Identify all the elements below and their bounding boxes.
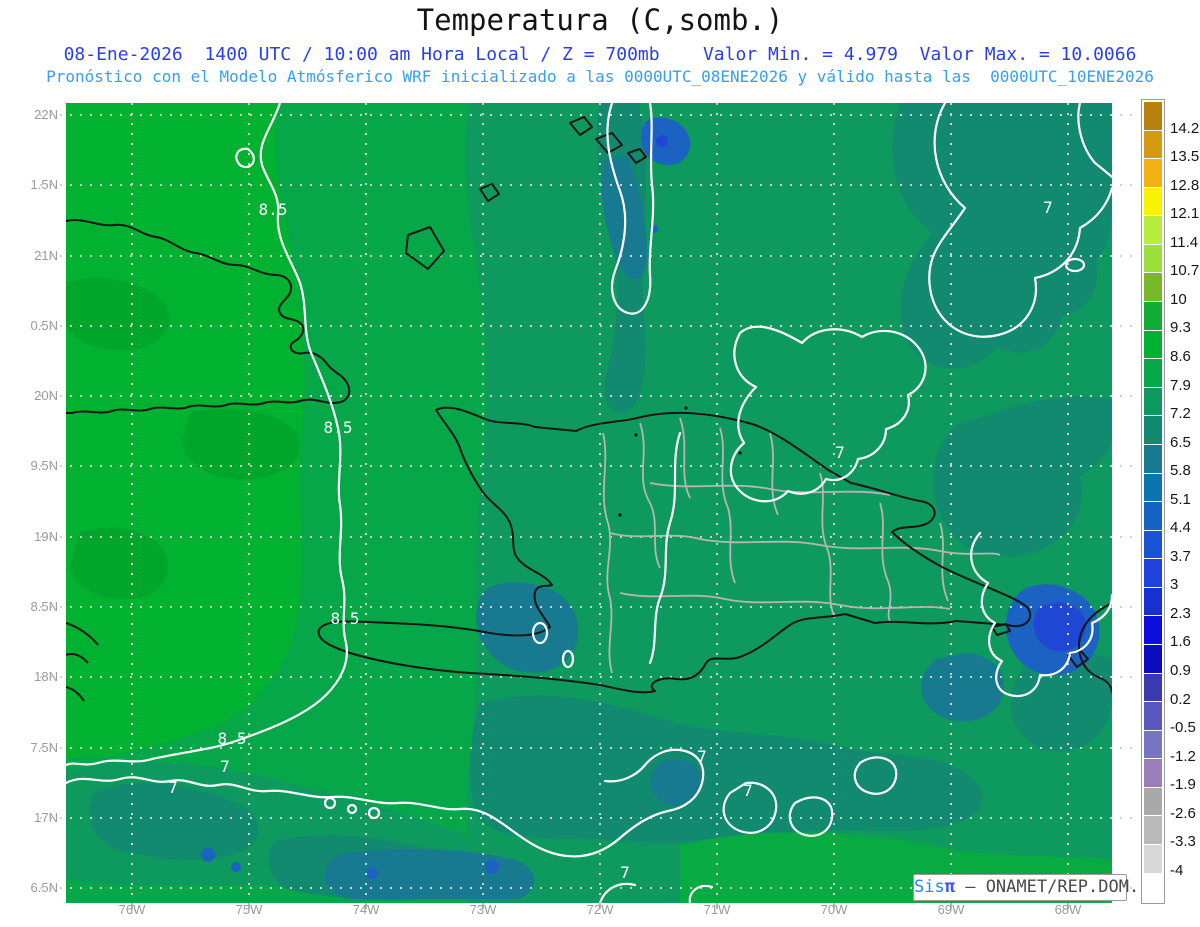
colorbar-cell <box>1144 359 1162 387</box>
colorbar-cell <box>1144 473 1162 502</box>
colorbar-cell <box>1144 444 1162 473</box>
y-axis-label: 22N <box>34 107 58 122</box>
colorbar-cell <box>1144 387 1162 416</box>
colorbar-cell <box>1144 787 1162 816</box>
x-axis-label: 72W <box>586 902 614 917</box>
x-axis-label: 71W <box>703 902 731 917</box>
colorbar-cell <box>1144 845 1162 873</box>
watermark-pi-icon: π <box>944 877 955 897</box>
watermark-badge: Sisπ – ONAMET/REP.DOM. <box>913 874 1139 901</box>
y-axis-label: 7.5N <box>30 740 58 755</box>
colorbar-tick-label: -1.2 <box>1170 747 1196 765</box>
colorbar-tick-label: 10.7 <box>1170 262 1200 280</box>
colorbar-cell <box>1144 759 1162 787</box>
weather-map-figure: Temperatura (C,somb.) 08-Ene-2026 1400 U… <box>0 0 1200 927</box>
colorbar-tick-label: 13.5 <box>1170 148 1200 166</box>
contour-label-8p5: 8.5 <box>259 200 288 219</box>
map-canvas: 8.5 8.5 8.5 8.5 7 7 7 7 7 7 7 <box>40 103 1138 909</box>
colorbar-tick-label: -2.6 <box>1170 804 1196 822</box>
colorbar-tick-label: -3.3 <box>1170 833 1196 851</box>
watermark-org: ONAMET/REP.DOM. <box>985 877 1140 897</box>
colorbar-tick-label: 5.8 <box>1170 462 1191 480</box>
colorbar-cell <box>1144 873 1162 902</box>
watermark-sis: Sis <box>914 877 945 897</box>
colorbar-cell <box>1144 559 1162 587</box>
colorbar-tick-label: 7.2 <box>1170 405 1191 423</box>
colorbar-tick-label: 6.5 <box>1170 433 1191 451</box>
y-axis-label: 17N <box>34 810 58 825</box>
colorbar-tick-label: 3.7 <box>1170 547 1191 565</box>
colorbar-cell <box>1144 244 1162 273</box>
contour-label-7: 7 <box>835 443 845 462</box>
colorbar-cell <box>1144 702 1162 730</box>
colorbar-tick-label: -0.5 <box>1170 719 1196 737</box>
colorbar-tick-label: 10 <box>1170 290 1187 308</box>
colorbar-tick-label: 9.3 <box>1170 319 1191 337</box>
y-axis-label: 19N <box>34 529 58 544</box>
colorbar-cell <box>1144 644 1162 673</box>
colorbar-tick-label: 3 <box>1170 576 1179 594</box>
y-axis-label: 1.5N <box>30 177 58 192</box>
colorbar-cell <box>1144 130 1162 159</box>
page-title: Temperatura (C,somb.) <box>416 3 784 37</box>
colorbar-cell <box>1144 502 1162 530</box>
colorbar-cell <box>1144 730 1162 759</box>
contour-label-8p5: 8.5 <box>331 609 360 628</box>
x-axis-label: 70W <box>820 902 848 917</box>
colorbar-tick-label: 1.6 <box>1170 633 1191 651</box>
subtitle-validtime-minmax: 08-Ene-2026 1400 UTC / 10:00 am Hora Loc… <box>63 44 1137 65</box>
y-axis-label: 21N <box>34 248 58 263</box>
contour-label-7: 7 <box>168 778 178 797</box>
colorbar-cell <box>1144 530 1162 559</box>
colorbar-cell <box>1144 302 1162 330</box>
y-axis-label: 6.5N <box>30 880 58 895</box>
colorbar-cell <box>1144 816 1162 845</box>
colorbar-tick-label: 14.2 <box>1170 119 1200 137</box>
colorbar-cell <box>1144 273 1162 302</box>
colorbar-tick-label: 7.9 <box>1170 376 1191 394</box>
colorbar-tick-label: 2.3 <box>1170 604 1191 622</box>
y-axis-label: 8.5N <box>30 599 58 614</box>
contour-label-7: 7 <box>1043 198 1053 217</box>
colorbar-tick-label: -4 <box>1170 861 1184 879</box>
x-axis-label: 75W <box>235 902 263 917</box>
colorbar-cell <box>1144 673 1162 702</box>
colorbar-tick-label: 11.4 <box>1170 233 1199 251</box>
subtitle-model-info: Pronóstico con el Modelo Atmósferico WRF… <box>46 67 1154 86</box>
colorbar-tick-label: 12.8 <box>1170 176 1200 194</box>
x-axis-label: 69W <box>937 902 965 917</box>
colorbar-cell <box>1144 102 1162 130</box>
y-axis-label: 20N <box>34 388 58 403</box>
colorbar-tick-label: 12.1 <box>1170 205 1200 223</box>
y-axis-label: 0.5N <box>30 318 58 333</box>
colorbar-cell <box>1144 616 1162 644</box>
contour-label-8p5: 8.5 <box>218 729 247 748</box>
watermark-separator: – <box>954 877 986 897</box>
contour-label-7: 7 <box>220 757 230 776</box>
colorbar-tick-label: 4.4 <box>1170 519 1191 537</box>
x-axis-label: 76W <box>118 902 146 917</box>
contour-label-7: 7 <box>620 863 630 882</box>
colorbar <box>1141 99 1165 904</box>
colorbar-tick-label: 5.1 <box>1170 490 1191 508</box>
colorbar-cell <box>1144 187 1162 216</box>
x-axis-label: 74W <box>352 902 380 917</box>
colorbar-tick-label: -1.9 <box>1170 776 1196 794</box>
colorbar-tick-label: 8.6 <box>1170 347 1191 365</box>
y-axis-label: 9.5N <box>30 458 58 473</box>
colorbar-cell <box>1144 587 1162 616</box>
colorbar-cell <box>1144 330 1162 359</box>
x-axis-label: 73W <box>469 902 497 917</box>
colorbar-cell <box>1144 216 1162 244</box>
colorbar-cell <box>1144 159 1162 187</box>
contour-label-8p5: 8.5 <box>324 418 353 437</box>
contour-label-7: 7 <box>743 781 753 800</box>
colorbar-tick-label: 0.2 <box>1170 690 1191 708</box>
colorbar-tick-label: 0.9 <box>1170 662 1191 679</box>
x-axis-label: 68W <box>1054 902 1082 917</box>
colorbar-cell <box>1144 416 1162 444</box>
contour-label-7: 7 <box>697 747 707 766</box>
y-axis-label: 18N <box>34 669 58 684</box>
